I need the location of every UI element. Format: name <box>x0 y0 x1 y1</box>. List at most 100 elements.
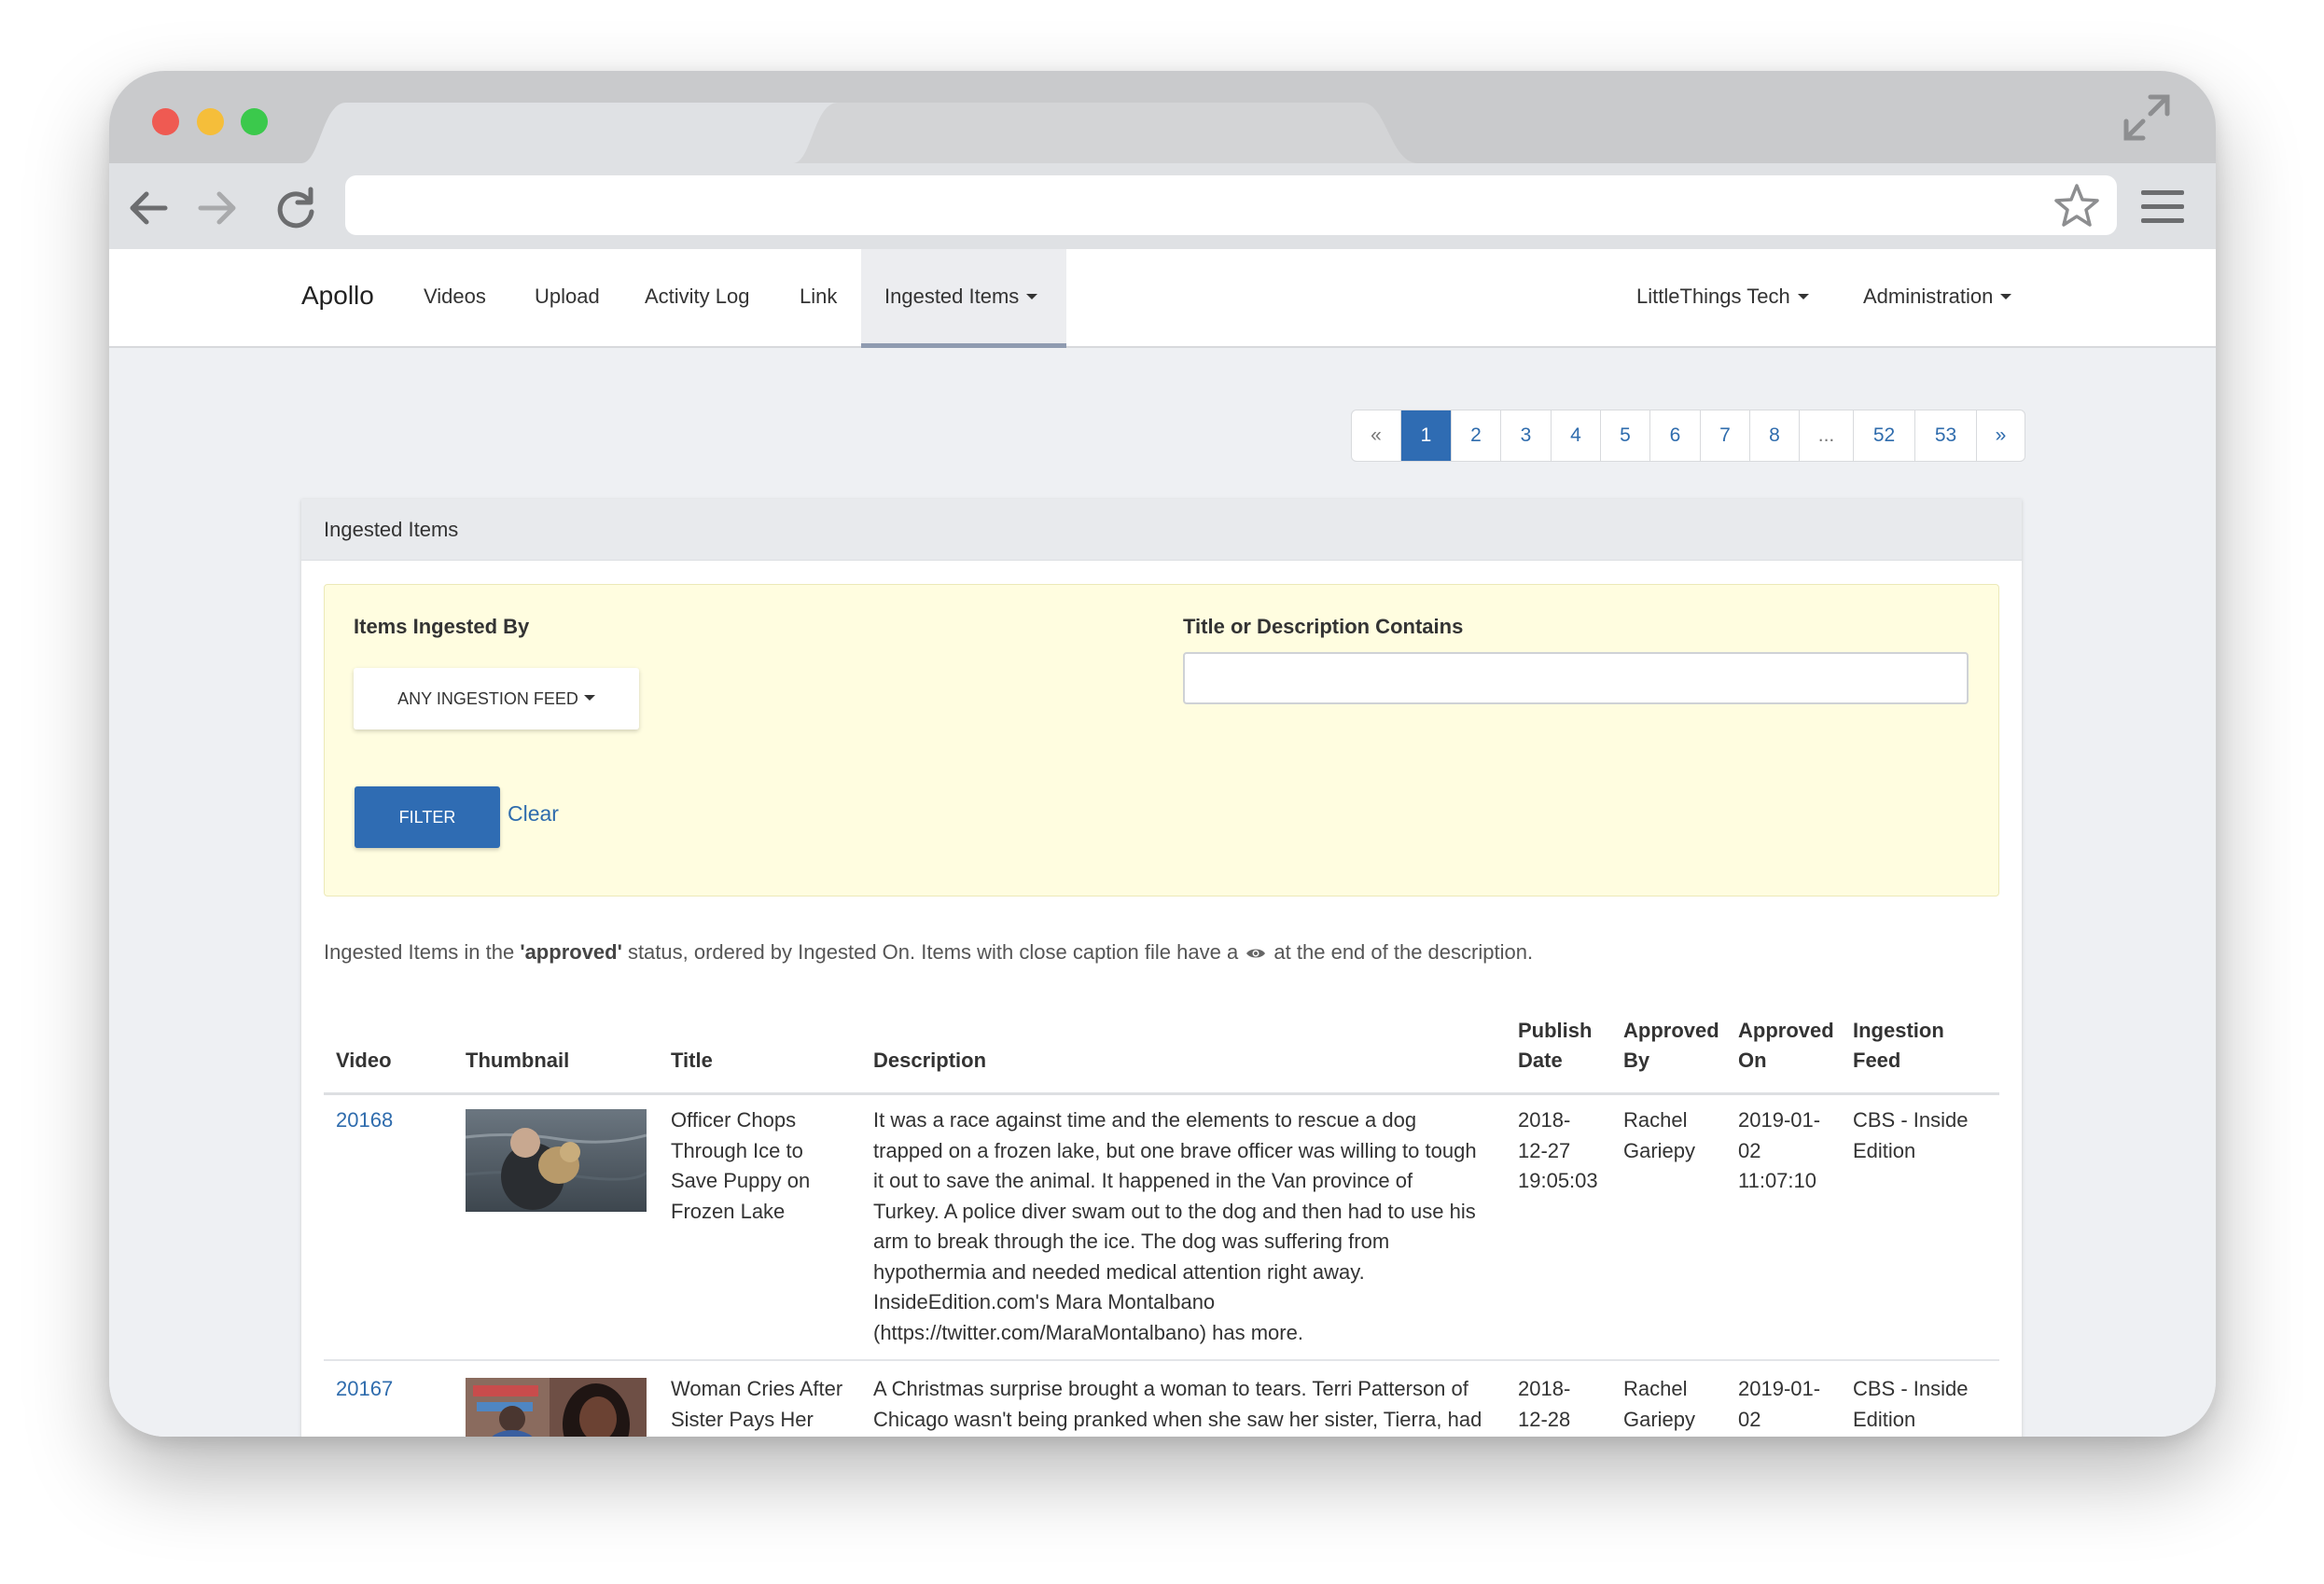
minimize-window-button[interactable] <box>197 108 224 135</box>
nav-administration-label: Administration <box>1863 285 1994 308</box>
publish-date-line: 12-27 <box>1518 1138 1571 1162</box>
col-publish-date: Publish Date <box>1518 1016 1592 1076</box>
pagination: « 1 2 3 4 5 6 7 8 ... 52 53 » <box>1351 410 2025 462</box>
title-line: Sister Pays Her <box>671 1407 814 1431</box>
nav-upload[interactable]: Upload <box>535 285 600 309</box>
feed-line: Edition <box>1853 1407 1916 1431</box>
filter-button[interactable]: FILTER <box>355 786 500 848</box>
pagination-page-5[interactable]: 5 <box>1600 410 1649 461</box>
feed-line: CBS - Inside <box>1853 1377 1969 1400</box>
new-tab-button[interactable] <box>1240 103 1408 163</box>
title-line: Through Ice to <box>671 1138 803 1162</box>
row-approved-on: 2019-01- 02 <box>1738 1374 1820 1435</box>
publish-date-line: 2018- <box>1518 1377 1571 1400</box>
nav-littlethings-tech[interactable]: LittleThings Tech <box>1636 285 1809 309</box>
fullscreen-icon[interactable] <box>2122 93 2171 142</box>
title-line: Frozen Lake <box>671 1199 786 1223</box>
nav-videos[interactable]: Videos <box>424 285 486 309</box>
pagination-next[interactable]: » <box>1976 410 2025 461</box>
description-line: it out to save the animal. It happened i… <box>873 1169 1413 1192</box>
video-thumbnail[interactable] <box>466 1378 647 1437</box>
publish-date-line: 12-28 <box>1518 1407 1571 1431</box>
bookmark-star-icon[interactable] <box>2052 181 2102 231</box>
pagination-prev[interactable]: « <box>1352 410 1400 461</box>
hamburger-menu-icon[interactable] <box>2139 188 2186 227</box>
col-approved-on-line2: On <box>1738 1049 1767 1072</box>
approved-on-line: 2019-01- <box>1738 1108 1821 1132</box>
brand-logo[interactable]: Apollo <box>301 281 374 311</box>
row-title: Officer Chops Through Ice to Save Puppy … <box>671 1105 810 1227</box>
col-publish-line1: Publish <box>1518 1019 1593 1042</box>
info-status: 'approved' <box>520 940 622 964</box>
table-header-divider <box>324 1092 1999 1095</box>
pagination-page-1[interactable]: 1 <box>1400 410 1451 461</box>
col-approved-on-line1: Approved <box>1738 1019 1834 1042</box>
col-description: Description <box>873 1049 987 1072</box>
title-description-label: Title or Description Contains <box>1183 615 1464 638</box>
title-description-input[interactable] <box>1183 652 1969 704</box>
description-line: A Christmas surprise brought a woman to … <box>873 1377 1468 1400</box>
row-publish-date: 2018- 12-27 19:05:03 <box>1518 1105 1598 1197</box>
ingested-items-panel: Ingested Items Items Ingested By ANY ING… <box>301 499 2022 1437</box>
pagination-page-3[interactable]: 3 <box>1500 410 1551 461</box>
nav-ingested-items-label: Ingested Items <box>884 285 1020 308</box>
maximize-window-button[interactable] <box>241 108 268 135</box>
description-line: hypothermia and needed medical attention… <box>873 1259 1365 1284</box>
top-navbar: Apollo Videos Upload Activity Log Link I… <box>109 249 2216 348</box>
status-info-text: Ingested Items in the 'approved' status,… <box>324 940 1533 965</box>
approved-by-line: Gariepy <box>1623 1138 1696 1162</box>
approved-by-line: Rachel <box>1623 1108 1688 1132</box>
row-description: A Christmas surprise brought a woman to … <box>873 1374 1517 1435</box>
col-approved-by-line2: By <box>1623 1049 1650 1072</box>
video-thumbnail[interactable] <box>466 1109 647 1212</box>
panel-title: Ingested Items <box>301 499 2022 561</box>
pagination-page-7[interactable]: 7 <box>1700 410 1749 461</box>
title-line: Save Puppy on <box>671 1169 811 1192</box>
caret-down-icon <box>1797 293 1809 299</box>
pagination-page-2[interactable]: 2 <box>1451 410 1500 461</box>
col-approved-by-line1: Approved <box>1623 1019 1719 1042</box>
thumbnail-image-icon <box>466 1109 647 1212</box>
nav-link[interactable]: Link <box>800 285 837 309</box>
nav-administration[interactable]: Administration <box>1863 285 2012 309</box>
address-bar[interactable] <box>345 175 2117 235</box>
pagination-ellipsis: ... <box>1799 410 1853 461</box>
approved-on-line: 02 <box>1738 1407 1761 1431</box>
close-window-button[interactable] <box>152 108 179 135</box>
approved-by-line: Gariepy <box>1623 1407 1696 1431</box>
back-arrow-icon[interactable] <box>124 184 173 232</box>
nav-activity-log[interactable]: Activity Log <box>645 285 750 309</box>
clear-link[interactable]: Clear <box>508 801 559 827</box>
row-ingestion-feed: CBS - Inside Edition <box>1853 1374 1969 1435</box>
description-line: Turkey. A police diver swam out to the d… <box>873 1199 1476 1223</box>
title-line: Officer Chops <box>671 1108 797 1132</box>
pagination-page-8[interactable]: 8 <box>1749 410 1799 461</box>
reload-icon[interactable] <box>271 184 320 232</box>
ingestion-feed-dropdown[interactable]: ANY INGESTION FEED <box>354 668 639 729</box>
forward-arrow-icon[interactable] <box>193 184 242 232</box>
video-id-link[interactable]: 20167 <box>336 1374 393 1405</box>
row-approved-by: Rachel Gariepy <box>1623 1105 1695 1166</box>
col-video: Video <box>336 1049 392 1072</box>
col-feed-line2: Feed <box>1853 1049 1901 1072</box>
pagination-page-6[interactable]: 6 <box>1649 410 1700 461</box>
description-line: (https://twitter.com/MaraMontalbano) has… <box>873 1320 1303 1344</box>
description-line: trapped on a frozen lake, but one brave … <box>873 1138 1477 1162</box>
page-content: Apollo Videos Upload Activity Log Link I… <box>109 249 2216 1437</box>
approved-on-line: 2019-01- <box>1738 1377 1821 1400</box>
row-description: It was a race against time and the eleme… <box>873 1105 1517 1348</box>
col-thumbnail: Thumbnail <box>466 1049 570 1072</box>
pagination-page-52[interactable]: 52 <box>1853 410 1914 461</box>
col-approved-by: Approved By <box>1623 1016 1719 1076</box>
pagination-page-4[interactable]: 4 <box>1551 410 1600 461</box>
thumbnail-image-icon <box>466 1378 647 1437</box>
filter-form: Items Ingested By ANY INGESTION FEED Tit… <box>324 584 1999 896</box>
row-approved-on: 2019-01- 02 11:07:10 <box>1738 1105 1820 1197</box>
caret-down-icon <box>1026 293 1038 299</box>
eye-icon <box>1246 949 1266 958</box>
browser-window: × × <box>109 71 2216 1437</box>
info-middle: status, ordered by Ingested On. Items wi… <box>621 940 1239 964</box>
pagination-page-53[interactable]: 53 <box>1914 410 1976 461</box>
video-id-link[interactable]: 20168 <box>336 1105 393 1136</box>
nav-ingested-items[interactable]: Ingested Items <box>884 285 1038 309</box>
